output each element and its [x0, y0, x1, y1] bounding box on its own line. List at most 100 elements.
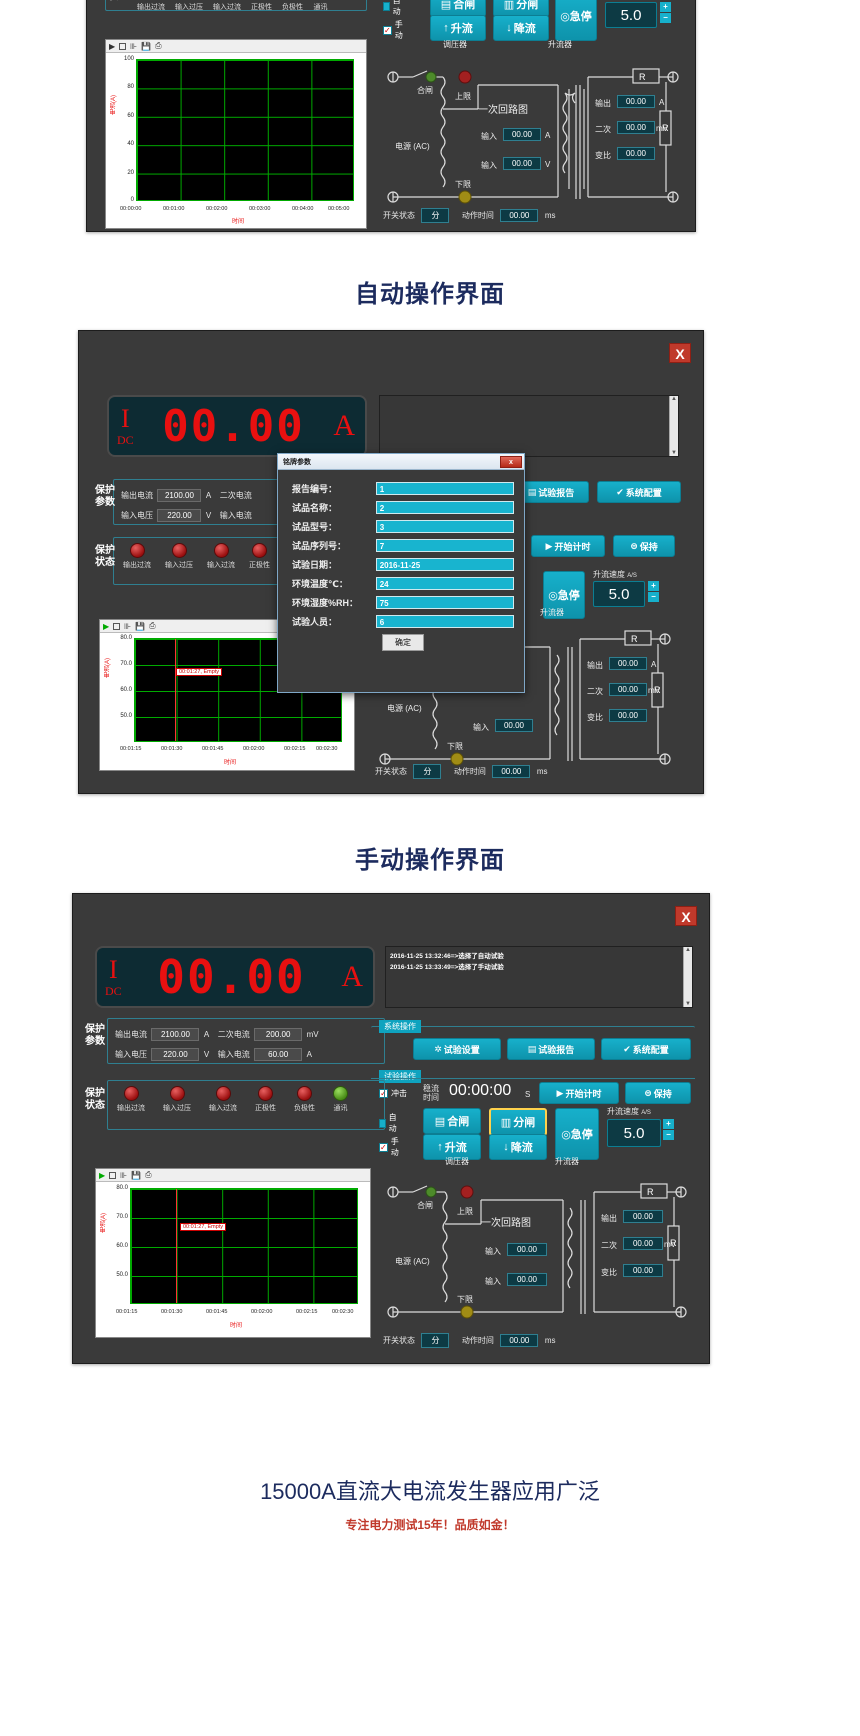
- checkbox-box[interactable]: ✓: [379, 1142, 388, 1152]
- input-a-value[interactable]: 00.00: [503, 128, 541, 141]
- input-a-label: 输入: [485, 1247, 501, 1256]
- checkbox-box[interactable]: [383, 1, 390, 11]
- save-icon[interactable]: 💾: [131, 1171, 141, 1180]
- stop-circle-icon: ◎: [561, 1128, 571, 1141]
- ratio-value[interactable]: 00.00: [609, 709, 647, 722]
- output-value[interactable]: 00.00: [609, 657, 647, 670]
- sec-current-field[interactable]: 200.00: [254, 1028, 303, 1041]
- speed-value-box-auto[interactable]: 5.0: [593, 581, 645, 607]
- checkbox-box[interactable]: ✓: [383, 25, 392, 35]
- close-button[interactable]: X: [675, 906, 697, 926]
- manual-mode-checkbox[interactable]: ✓ 手动: [383, 19, 403, 41]
- hold-button-manual[interactable]: ⊜ 保持: [625, 1082, 691, 1104]
- save-icon[interactable]: 💾: [135, 622, 145, 631]
- close-switch-button[interactable]: ▤ 合闸: [423, 1108, 481, 1134]
- output-value[interactable]: 00.00: [617, 95, 655, 108]
- ambient-temperature-input[interactable]: 24: [375, 577, 514, 590]
- emergency-stop-button[interactable]: ◎ 急停: [555, 0, 597, 41]
- tester-name-input[interactable]: 6: [375, 615, 514, 628]
- current-chart-top[interactable]: ▶ ⊪ 💾 ⎙ 电流(A) 100 80 60 40 20 0 00:00:00…: [105, 39, 367, 229]
- scroll-down-icon[interactable]: ▼: [685, 1001, 691, 1007]
- scroll-down-icon[interactable]: ▼: [671, 450, 677, 456]
- speed-decrease-button[interactable]: −: [660, 13, 671, 23]
- manual-mode-checkbox[interactable]: ✓ 手动: [379, 1136, 399, 1158]
- speed-increase-button[interactable]: +: [663, 1119, 674, 1129]
- out-current-field[interactable]: 2100.00: [151, 1028, 200, 1041]
- event-log-auto[interactable]: ▲ ▼: [379, 395, 679, 457]
- open-switch-button[interactable]: ▥ 分闸: [489, 1108, 547, 1136]
- dialog-ok-button[interactable]: 确定: [382, 634, 424, 651]
- out-current-field[interactable]: 2100.00: [157, 489, 202, 502]
- save-icon[interactable]: 💾: [141, 42, 151, 51]
- chart-toolbar[interactable]: ▶ ⊪ 💾 ⎙: [106, 40, 366, 53]
- speed-value-box[interactable]: 5.0: [605, 2, 657, 28]
- lower-current-button[interactable]: ↓ 降流: [493, 15, 549, 41]
- scroll-up-icon[interactable]: ▲: [685, 947, 691, 953]
- chart-toolbar[interactable]: ▶ ⊪ 💾 ⎙: [96, 1169, 370, 1182]
- secondary-value[interactable]: 00.00: [623, 1237, 663, 1250]
- test-report-button-manual[interactable]: ▤ 试验报告: [507, 1038, 595, 1060]
- speed-stepper[interactable]: + −: [660, 2, 671, 23]
- lower-current-button[interactable]: ↓ 降流: [489, 1134, 547, 1160]
- input-v-value[interactable]: 00.00: [503, 157, 541, 170]
- play-icon[interactable]: ▶: [103, 622, 109, 631]
- speed-stepper-auto[interactable]: + −: [648, 581, 659, 602]
- step-icon[interactable]: ⊪: [130, 42, 137, 51]
- steady-time-value[interactable]: 00:00:00: [449, 1082, 511, 1100]
- ambient-humidity-input[interactable]: 75: [375, 596, 514, 609]
- stop-icon[interactable]: [109, 1171, 117, 1179]
- checkbox-box[interactable]: [379, 1118, 386, 1128]
- sample-name-input[interactable]: 2: [375, 501, 514, 514]
- print-icon[interactable]: ⎙: [145, 1170, 151, 1180]
- start-timer-button-auto[interactable]: ▶ 开始计时: [531, 535, 605, 557]
- play-icon[interactable]: ▶: [109, 42, 115, 51]
- speed-decrease-button[interactable]: −: [648, 592, 659, 602]
- test-date-input[interactable]: 2016-11-25: [375, 558, 514, 571]
- stop-icon[interactable]: [119, 42, 127, 50]
- log-scrollbar[interactable]: ▲ ▼: [683, 947, 692, 1007]
- ratio-value[interactable]: 00.00: [623, 1264, 663, 1277]
- auto-mode-checkbox[interactable]: 自动: [383, 0, 403, 17]
- auto-mode-checkbox[interactable]: 自动: [379, 1112, 399, 1134]
- close-button[interactable]: X: [669, 343, 691, 363]
- sample-serial-input[interactable]: 7: [375, 539, 514, 552]
- print-icon[interactable]: ⎙: [155, 41, 161, 51]
- in-current-field[interactable]: 60.00: [254, 1048, 303, 1061]
- in-voltage-field[interactable]: 220.00: [157, 509, 202, 522]
- ratio-value[interactable]: 00.00: [617, 147, 655, 160]
- output-value[interactable]: 00.00: [623, 1210, 663, 1223]
- dialog-close-button[interactable]: x: [500, 455, 522, 468]
- print-icon[interactable]: ⎙: [149, 621, 155, 631]
- current-chart-manual[interactable]: ▶ ⊪ 💾 ⎙ 电流(A) 80.0 70.0 60.0 50.0 00:01:…: [95, 1168, 371, 1338]
- input-v-value[interactable]: 00.00: [495, 719, 533, 732]
- raise-current-button[interactable]: ↑ 升流: [430, 15, 486, 41]
- close-switch-label: 合闸: [417, 86, 433, 95]
- dialog-titlebar[interactable]: 铭牌参数 x: [278, 454, 524, 470]
- hold-button-auto[interactable]: ⊜ 保持: [613, 535, 675, 557]
- sample-model-input[interactable]: 3: [375, 520, 514, 533]
- report-number-input[interactable]: 1: [375, 482, 514, 495]
- input-a-value[interactable]: 00.00: [507, 1243, 547, 1256]
- secondary-value[interactable]: 00.00: [617, 121, 655, 134]
- speed-increase-button[interactable]: +: [660, 2, 671, 12]
- sys-config-button-manual[interactable]: ✔ 系统配置: [601, 1038, 691, 1060]
- play-icon[interactable]: ▶: [99, 1171, 105, 1180]
- in-voltage-field[interactable]: 220.00: [151, 1048, 200, 1061]
- secondary-value[interactable]: 00.00: [609, 683, 647, 696]
- step-icon[interactable]: ⊪: [124, 622, 131, 631]
- stop-icon[interactable]: [113, 622, 121, 630]
- speed-stepper[interactable]: + −: [663, 1119, 674, 1140]
- speed-decrease-button[interactable]: −: [663, 1130, 674, 1140]
- step-icon[interactable]: ⊪: [120, 1171, 127, 1180]
- emergency-stop-button[interactable]: ◎ 急停: [555, 1108, 599, 1160]
- sys-config-button-auto[interactable]: ✔ 系统配置: [597, 481, 681, 503]
- start-timer-button-manual[interactable]: ▶ 开始计时: [539, 1082, 619, 1104]
- speed-value-box[interactable]: 5.0: [607, 1119, 661, 1147]
- speed-increase-button[interactable]: +: [648, 581, 659, 591]
- nameplate-parameters-dialog[interactable]: 铭牌参数 x 报告编号： 1 试品名称： 2 试品型号： 3 试品序列号： 7 …: [277, 453, 525, 693]
- log-scrollbar[interactable]: ▲ ▼: [669, 396, 678, 456]
- test-setup-button-manual[interactable]: ✲ 试验设置: [413, 1038, 501, 1060]
- event-log-manual[interactable]: 2016-11-25 13:32:46=>选择了自动试验 2016-11-25 …: [385, 946, 693, 1008]
- input-v-value[interactable]: 00.00: [507, 1273, 547, 1286]
- scroll-up-icon[interactable]: ▲: [671, 396, 677, 402]
